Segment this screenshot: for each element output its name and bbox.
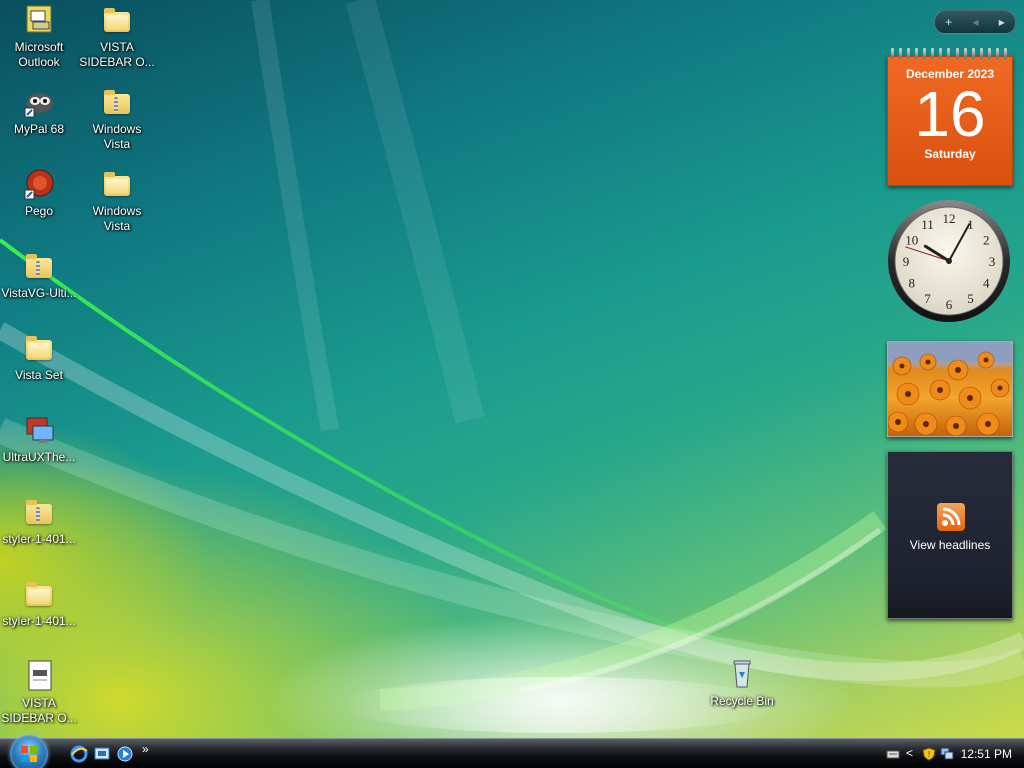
desktop-icon-styler-zip[interactable]: styler-1-401... (0, 496, 78, 547)
zip-folder-icon (101, 86, 133, 118)
desktop-icon-vista-sidebar-folder[interactable]: VISTA SIDEBAR O... (78, 4, 156, 70)
clock-numeral: 9 (903, 254, 910, 269)
security-shield-icon[interactable]: ! (922, 747, 936, 761)
zip-folder-icon (23, 496, 55, 528)
folder-icon (101, 168, 133, 200)
clock-numeral: 7 (924, 291, 931, 306)
desktop-icon-ultrauxtheme[interactable]: UltraUXThe... (0, 414, 78, 465)
desktop-icon-label: Recycle Bin (710, 694, 774, 708)
desktop-icon-label: Microsoft Outlook (14, 40, 64, 69)
switch-windows-icon[interactable] (116, 745, 134, 763)
calendar-weekday: Saturday (924, 147, 976, 161)
desktop-icon-label: styler-1-401... (2, 532, 76, 546)
app-icon (23, 168, 55, 200)
calendar-day: 16 (914, 78, 986, 150)
desktop-icon-recycle-bin[interactable]: Recycle Bin (702, 658, 782, 709)
desktop-icon-label: Windows Vista (92, 204, 142, 233)
internet-explorer-icon[interactable] (70, 745, 88, 763)
desktop-icon-label: Pego (24, 204, 54, 218)
clock-numeral: 12 (943, 211, 956, 226)
clock-numeral: 6 (946, 297, 953, 312)
start-button[interactable] (10, 735, 48, 768)
outlook-icon (23, 4, 55, 36)
svg-text:!: ! (928, 750, 930, 759)
desktop-icon-vista-sidebar-doc[interactable]: VISTA SIDEBAR O... (0, 660, 78, 726)
quicklaunch-more-button[interactable]: » (142, 742, 160, 760)
desktop-icon-label: VISTA SIDEBAR O... (79, 40, 155, 69)
desktop: Microsoft Outlook VISTA SIDEBAR O... MyP… (0, 0, 1024, 768)
add-gadget-button[interactable]: + (945, 15, 952, 29)
folder-icon (101, 4, 133, 36)
desktop-icon-label: styler-1-401... (2, 614, 76, 628)
clock-numeral: 3 (989, 254, 996, 269)
calendar-binding-rings (891, 48, 1007, 60)
calendar-page: December 2023 16 Saturday (887, 56, 1013, 186)
desktop-icon-label: VISTA SIDEBAR O... (1, 696, 77, 725)
windows-logo-icon (21, 746, 37, 762)
desktop-icon-label: VistaVG-Ulti... (1, 286, 77, 300)
flowers-photo (888, 342, 1012, 436)
folder-icon (23, 332, 55, 364)
desktop-icon-vista-set[interactable]: Vista Set (0, 332, 78, 383)
sidebar-controls: + ◂ ▸ (934, 10, 1016, 34)
show-desktop-icon[interactable] (93, 745, 111, 763)
view-headlines-link[interactable]: View headlines (888, 538, 1012, 552)
desktop-icon-label: MyPal 68 (13, 122, 65, 136)
taskbar-clock[interactable]: 12:51 PM (961, 747, 1012, 761)
rss-icon (937, 503, 965, 531)
clock-numeral: 8 (909, 276, 916, 291)
desktop-icon-outlook[interactable]: Microsoft Outlook (0, 4, 78, 70)
taskbar: » < ! 12:51 PM (0, 735, 1024, 768)
recycle-bin-icon (726, 658, 758, 690)
folder-icon (23, 578, 55, 610)
clock-numeral: 10 (905, 233, 918, 248)
keyboard-icon[interactable] (886, 747, 900, 761)
clock-numeral: 11 (921, 217, 934, 232)
desktop-icon-mypal[interactable]: MyPal 68 (0, 86, 78, 137)
clock-numeral: 2 (983, 233, 990, 248)
document-icon (23, 660, 55, 692)
desktop-icon-label: UltraUXThe... (2, 450, 76, 464)
browser-icon (23, 86, 55, 118)
monitor-icon (23, 414, 55, 446)
desktop-icon-windows-vista-folder[interactable]: Windows Vista (78, 168, 156, 234)
system-tray: < ! 12:51 PM (874, 739, 1024, 768)
clock-face: 1234567891011 12 (888, 200, 1010, 322)
desktop-icon-pego[interactable]: Pego (0, 168, 78, 219)
tray-expand-chevron[interactable]: < (906, 746, 920, 760)
desktop-icon-vistavg[interactable]: VistaVG-Ulti... (0, 250, 78, 301)
clock-gadget[interactable]: 1 2 3 4 5 6 7 8 9 10 11 12 (886, 198, 1012, 324)
zip-folder-icon (23, 250, 55, 282)
feed-headlines-gadget[interactable]: View headlines (887, 451, 1013, 619)
desktop-icon-windows-vista-zip[interactable]: Windows Vista (78, 86, 156, 152)
desktop-icon-styler-folder[interactable]: styler-1-401... (0, 578, 78, 629)
sidebar-next-button[interactable]: ▸ (999, 15, 1005, 29)
sidebar-prev-button[interactable]: ◂ (972, 15, 978, 29)
desktop-icon-label: Windows Vista (92, 122, 142, 151)
network-icon[interactable] (940, 747, 954, 761)
calendar-gadget[interactable]: December 2023 16 Saturday (887, 48, 1013, 186)
desktop-icon-label: Vista Set (15, 368, 63, 382)
slideshow-gadget[interactable] (887, 341, 1013, 437)
clock-numeral: 4 (983, 276, 990, 291)
clock-numeral: 5 (967, 291, 974, 306)
